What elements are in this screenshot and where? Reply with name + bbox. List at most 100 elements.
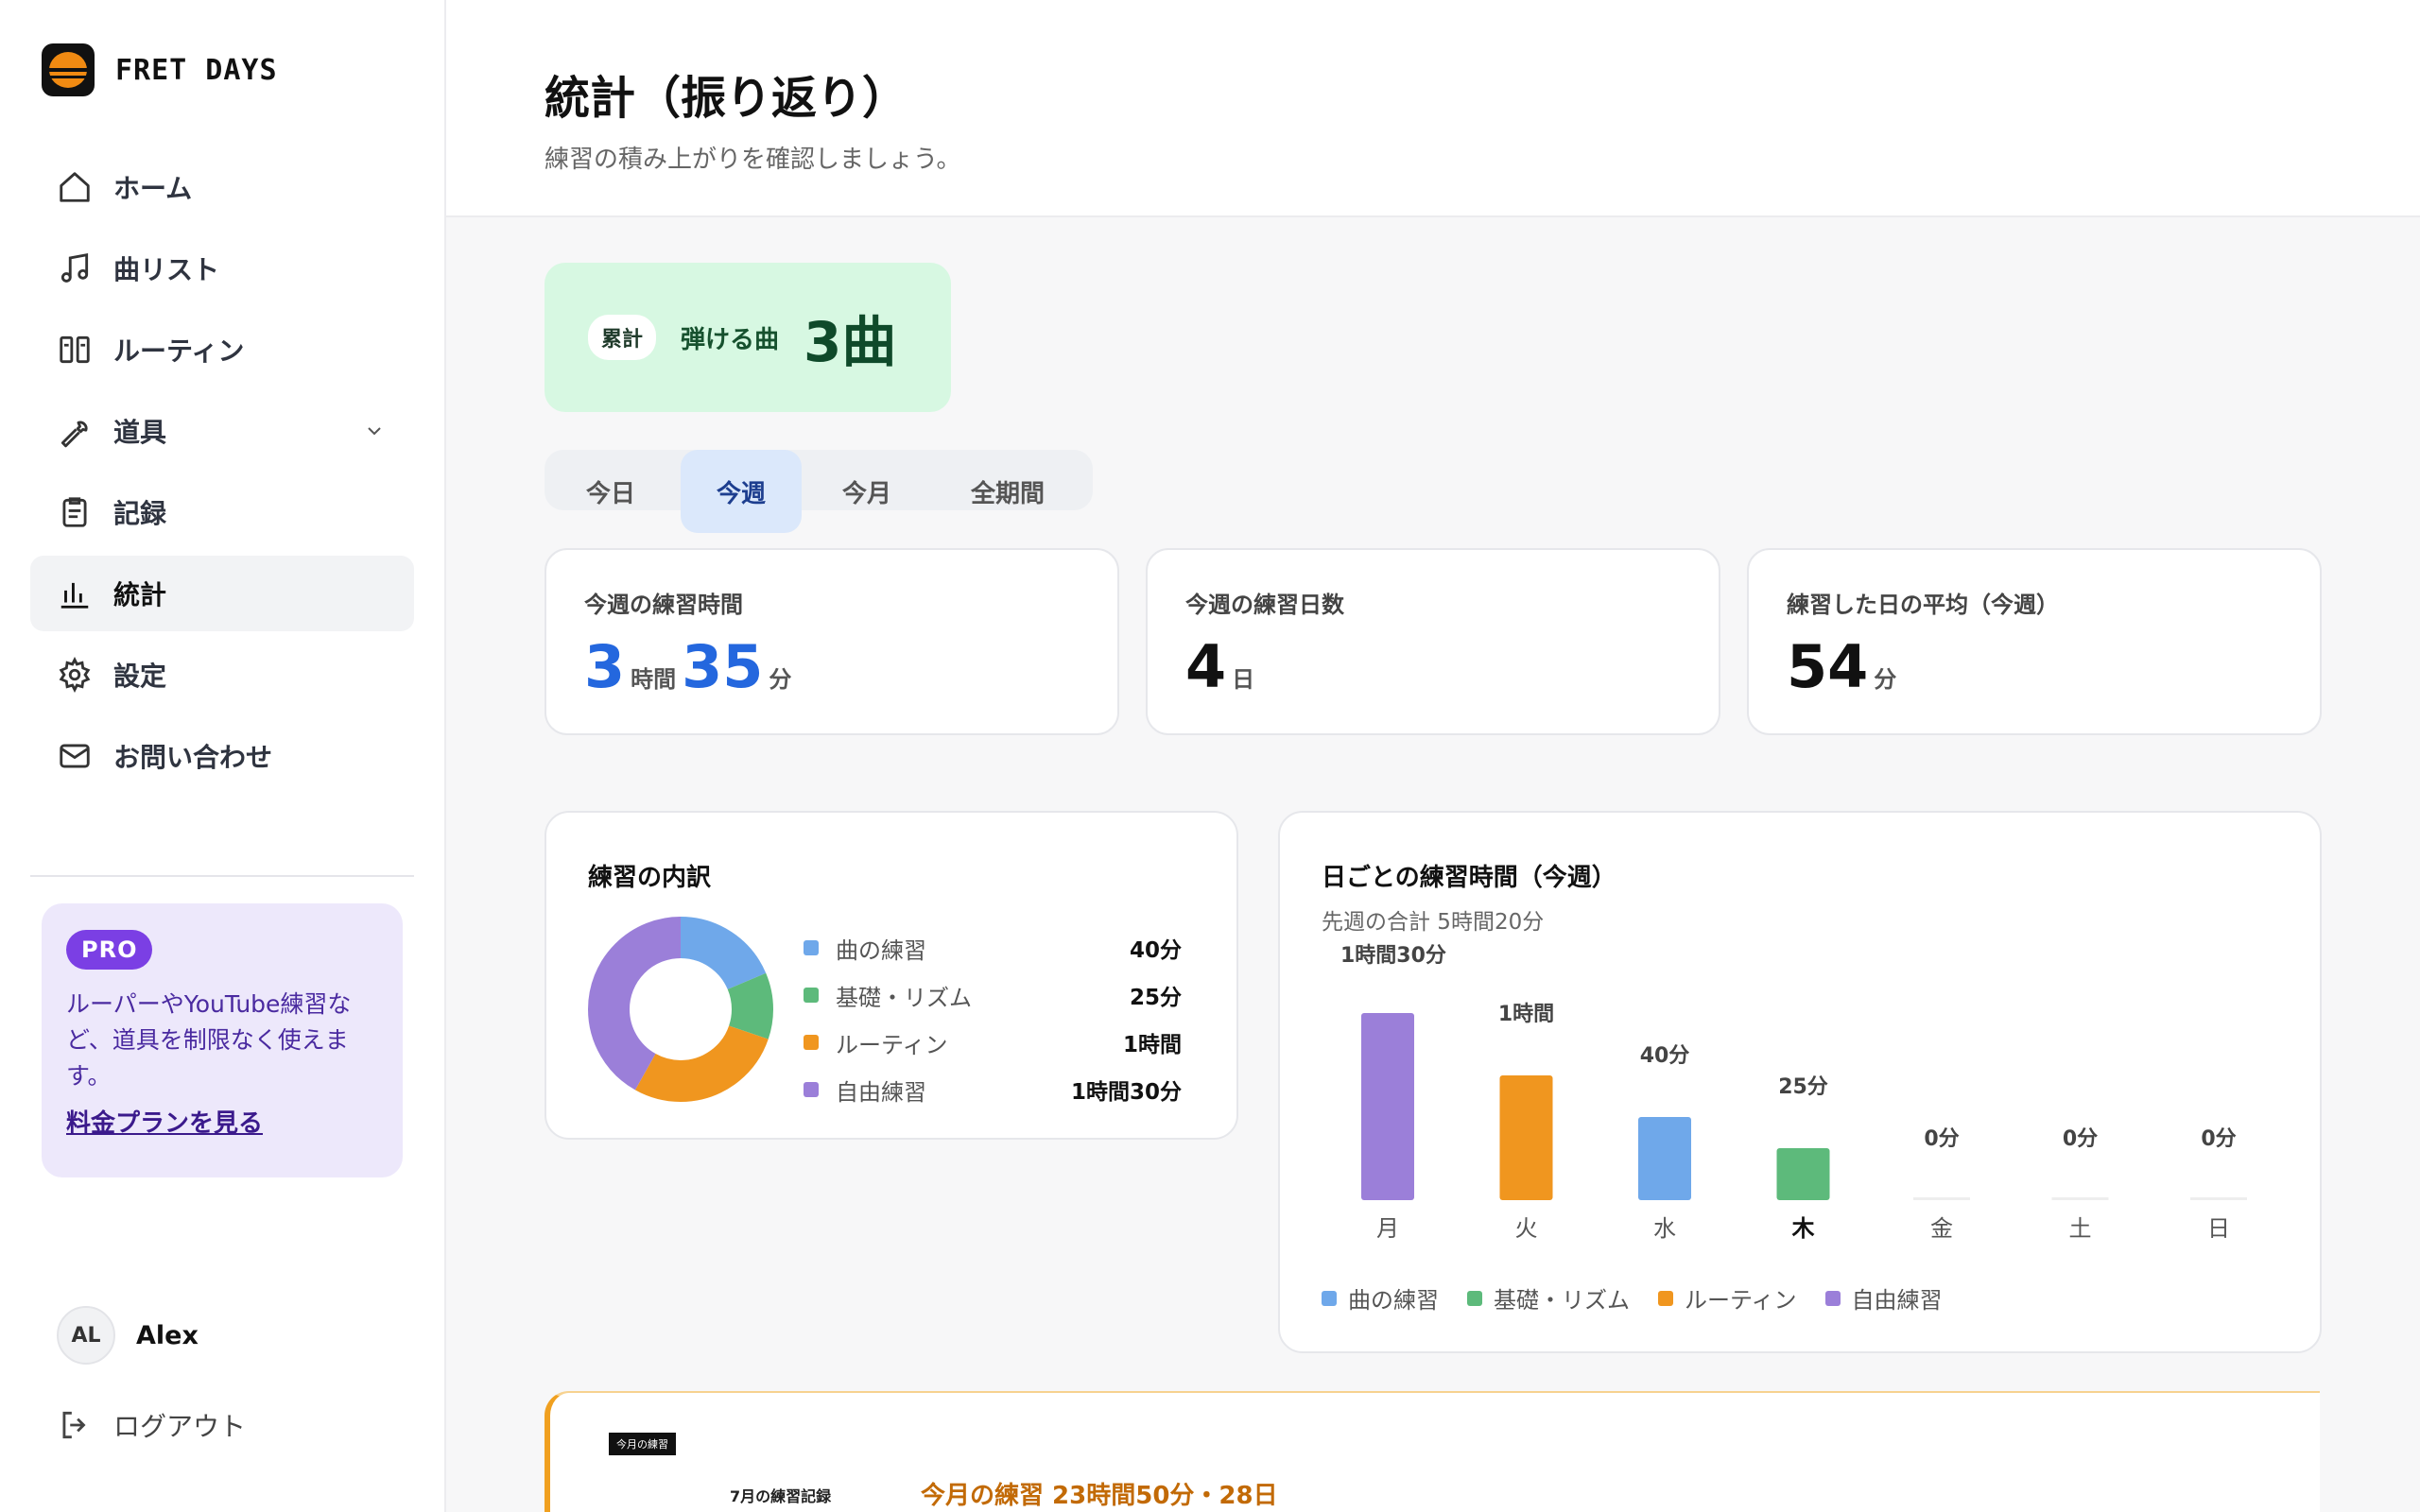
month-record-label: 7月の練習記録 — [730, 1487, 832, 1505]
monthly-record-card: 今月の練習 7月の練習記録 今月の練習 23時間50分・28日 — [544, 1391, 2320, 1512]
legend-item: ルーティン — [1658, 1281, 1797, 1314]
legend-value: 1時間 — [1122, 1033, 1182, 1057]
legend-name: 曲の練習 — [1348, 1287, 1439, 1314]
daily-bar-chart: 1時間30分月 1時間火 40分水 25分木 0分金 0分土 0分日 — [1340, 944, 2247, 1242]
bar-category-label: 木 — [1791, 1215, 1816, 1242]
pro-badge: PRO — [66, 930, 153, 970]
home-icon — [57, 169, 93, 205]
legend-value: 25分 — [1129, 986, 1182, 1010]
nav-label: 曲リスト — [113, 254, 220, 285]
tab-all-time[interactable]: 全期間 — [932, 450, 1083, 533]
page-title: 統計（振り返り） — [544, 72, 908, 125]
music-note-icon — [57, 250, 93, 286]
stat-card-daily-average: 練習した日の平均（今週） 54 分 — [1747, 548, 2322, 735]
brand[interactable]: FRET DAYS — [42, 43, 278, 96]
pricing-link[interactable]: 料金プランを見る — [66, 1104, 378, 1139]
pro-description: ルーパーやYouTube練習など、道具を制限なく使えます。 — [66, 990, 352, 1090]
legend-swatch — [804, 1082, 819, 1097]
tab-this-week[interactable]: 今週 — [681, 450, 802, 533]
legend-item: 曲の練習 40分 — [804, 924, 1182, 971]
bar-4 — [1913, 1197, 1970, 1200]
bar-0 — [1361, 1013, 1414, 1200]
bar-category-label: 水 — [1653, 1215, 1676, 1242]
page-subtitle: 練習の積み上がりを確認しましょう。 — [544, 146, 961, 174]
legend-item: ルーティン 1時間 — [804, 1019, 1182, 1066]
nav-item-log[interactable]: 記録 — [30, 474, 414, 550]
legend-value: 40分 — [1129, 938, 1182, 963]
bar-category-label: 日 — [2207, 1215, 2230, 1242]
nav-item-tools[interactable]: 道具 — [30, 393, 414, 469]
bar-value-label: 0分 — [2201, 1127, 2236, 1151]
main-nav: ホーム 曲リスト ルーティン 道具 記録 統計 設定 お問い合わせ — [30, 149, 414, 799]
bar-value-label: 40分 — [1640, 1044, 1690, 1068]
month-summary: 今月の練習 23時間50分・28日 — [921, 1482, 1278, 1510]
stat-card-weekly-days: 今週の練習日数 4 日 — [1146, 548, 1720, 735]
legend-swatch — [804, 940, 819, 955]
period-tabs: 今日 今週 今月 全期間 — [544, 450, 1093, 533]
bar-3 — [1776, 1148, 1830, 1200]
nav-label: ホーム — [113, 173, 193, 204]
bar-value-label: 1時間 — [1498, 1003, 1554, 1026]
user-profile[interactable]: AL Alex — [57, 1306, 199, 1365]
legend-swatch — [804, 1035, 819, 1050]
breakdown-card: 練習の内訳 曲の練習 40分 基礎・リズム 25分 ルーティン 1時間 自由練習… — [544, 811, 1238, 1140]
legend-swatch — [804, 988, 819, 1003]
legend-item: 自由練習 — [1824, 1281, 1943, 1314]
bar-2 — [1638, 1117, 1691, 1200]
stat-hours: 3 — [584, 632, 626, 701]
legend-name: 基礎・リズム — [1494, 1287, 1630, 1314]
nav-item-songs[interactable]: 曲リスト — [30, 231, 414, 306]
stat-minutes-unit: 分 — [769, 666, 792, 693]
nav-item-stats[interactable]: 統計 — [30, 556, 414, 631]
gear-icon — [57, 657, 93, 693]
stat-label: 練習した日の平均（今週） — [1787, 592, 2059, 618]
stat-value: 4 — [1185, 632, 1227, 701]
legend-name: 自由練習 — [836, 1078, 926, 1106]
tab-this-month[interactable]: 今月 — [805, 450, 928, 533]
columns-icon — [57, 332, 93, 368]
legend-item: 自由練習 1時間30分 — [804, 1066, 1182, 1113]
nav-label: 統計 — [113, 579, 167, 610]
nav-item-settings[interactable]: 設定 — [30, 637, 414, 713]
legend-item: 曲の練習 — [1322, 1281, 1439, 1314]
wrench-icon — [57, 413, 93, 449]
breakdown-legend: 曲の練習 40分 基礎・リズム 25分 ルーティン 1時間 自由練習 1時間30… — [804, 924, 1182, 1113]
stat-card-weekly-time: 今週の練習時間 3 時間 35 分 — [544, 548, 1119, 735]
total-badge: 累計 — [588, 315, 657, 360]
sidebar: FRET DAYS ホーム 曲リスト ルーティン 道具 記録 統計 設定 お問い… — [0, 0, 446, 1512]
user-name: Alex — [136, 1320, 199, 1350]
bar-category-label: 月 — [1376, 1215, 1399, 1242]
breakdown-donut-chart — [588, 917, 773, 1102]
month-tag: 今月の練習 — [609, 1433, 676, 1455]
nav-item-contact[interactable]: お問い合わせ — [30, 718, 414, 794]
pro-promo-card: PRO ルーパーやYouTube練習など、道具を制限なく使えます。 料金プランを… — [42, 903, 403, 1177]
legend-name: 曲の練習 — [836, 936, 926, 964]
legend-name: 基礎・リズム — [836, 984, 972, 1011]
logo — [42, 43, 95, 96]
bar-1 — [1499, 1075, 1553, 1200]
nav-item-routine[interactable]: ルーティン — [30, 312, 414, 387]
nav-label: お問い合わせ — [113, 742, 273, 773]
tab-today[interactable]: 今日 — [544, 450, 677, 533]
legend-name: ルーティン — [1685, 1287, 1797, 1314]
breakdown-title: 練習の内訳 — [588, 864, 712, 892]
logout-label: ログアウト — [113, 1411, 247, 1442]
chevron-down-icon[interactable] — [363, 420, 386, 442]
bar-category-label: 土 — [2069, 1215, 2092, 1242]
nav-label: 設定 — [113, 661, 167, 692]
clipboard-icon — [57, 494, 93, 530]
logout-button[interactable]: ログアウト — [57, 1406, 246, 1444]
bar-value-label: 0分 — [1924, 1127, 1959, 1151]
sidebar-divider — [30, 875, 414, 877]
total-songs-card: 累計 弾ける曲 3曲 — [544, 263, 951, 412]
bar-category-label: 金 — [1930, 1215, 1953, 1242]
daily-chart-legend: 曲の練習 基礎・リズム ルーティン 自由練習 — [1322, 1281, 1943, 1314]
stat-label: 今週の練習時間 — [584, 592, 743, 618]
brand-name: FRET DAYS — [115, 53, 278, 87]
daily-chart-card: 日ごとの練習時間（今週） 先週の合計 5時間20分 1時間30分月 1時間火 40分… — [1278, 811, 2322, 1353]
nav-item-home[interactable]: ホーム — [30, 149, 414, 225]
bar-5 — [2051, 1197, 2109, 1200]
logout-icon — [62, 1411, 86, 1439]
mail-icon — [57, 738, 93, 774]
total-label: 弾ける曲 — [681, 325, 780, 354]
